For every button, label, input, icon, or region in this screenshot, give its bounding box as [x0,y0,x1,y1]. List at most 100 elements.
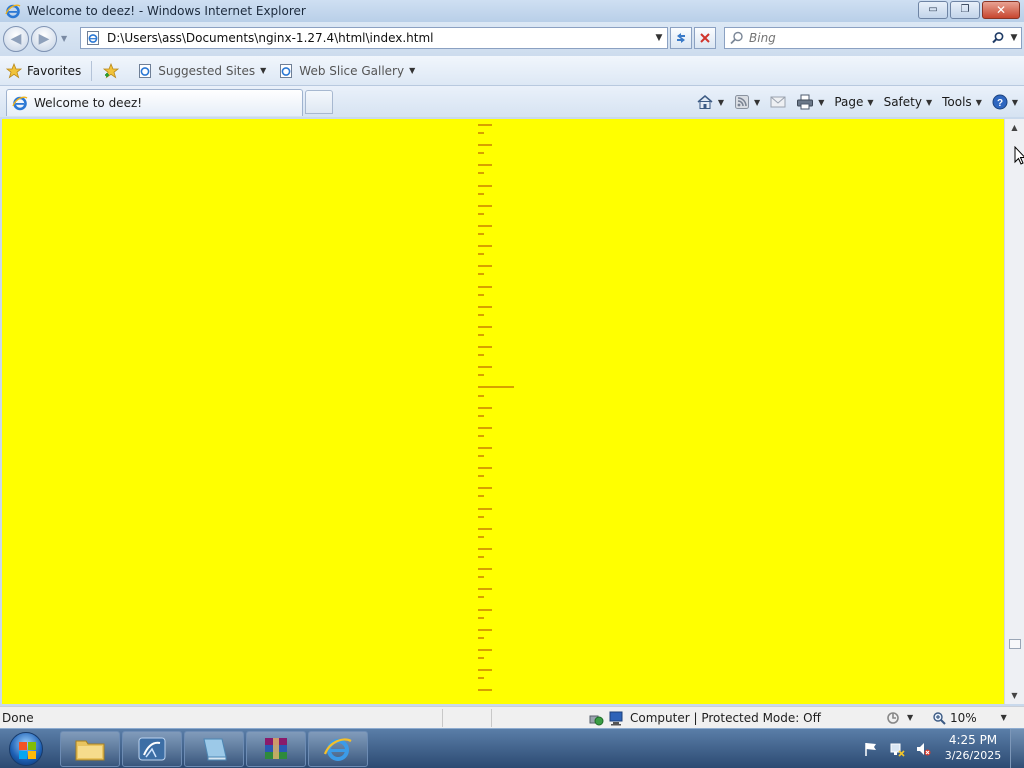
address-input[interactable]: D:\Users\ass\Documents\nginx-1.27.4\html… [107,31,651,45]
illegible-text-mark [478,455,484,458]
address-dropdown-icon[interactable]: ▼ [651,33,667,43]
tab-label: Welcome to deez! [34,96,143,110]
close-button[interactable]: ✕ [982,1,1020,19]
illegible-text-mark [478,426,492,429]
page-line [477,182,537,192]
illegible-text-mark [478,547,492,550]
safety-menu-label: Safety [883,95,922,109]
address-bar[interactable]: D:\Users\ass\Documents\nginx-1.27.4\html… [80,27,668,49]
taskbar-internet-explorer-button[interactable] [308,731,368,767]
print-button[interactable]: ▼ [796,94,824,110]
printer-icon [797,94,814,110]
page-line [477,676,537,686]
scroll-up-arrow-icon[interactable]: ▲ [1005,119,1024,136]
taskbar-explorer-button[interactable] [60,731,120,767]
illegible-text-mark [478,192,484,195]
safety-menu-button[interactable]: Safety ▼ [884,95,933,109]
suggested-sites-button[interactable]: Suggested Sites ▼ [131,59,272,83]
page-line [477,474,537,484]
illegible-text-mark [478,648,492,651]
vertical-scrollbar[interactable]: ▲ ▼ [1004,119,1024,704]
start-button[interactable] [2,730,50,768]
scroll-down-arrow-icon[interactable]: ▼ [1005,687,1024,704]
ie-page-icon [280,63,293,78]
search-box[interactable]: ▼ [724,27,1022,49]
command-bar: ▼ ▼ ▼ Page ▼ Safety ▼ Tools ▼ ? ▼ [686,90,1018,114]
web-slice-gallery-button[interactable]: Web Slice Gallery ▼ [272,59,421,83]
chevron-down-icon[interactable]: ▼ [754,98,760,107]
illegible-text-mark [478,527,492,530]
page-line [477,505,537,515]
volume-button[interactable] [914,740,932,758]
scroll-thumb[interactable] [1009,639,1021,649]
help-button[interactable]: ? ▼ [992,94,1018,110]
taskbar-network-button[interactable] [122,731,182,767]
favorites-bar: Favorites Suggested Sites ▼ Web Slice Ga… [0,56,1024,86]
page-line [477,656,537,666]
search-input[interactable] [749,31,989,45]
taskbar-clock[interactable]: 4:25 PM 3/26/2025 [940,733,1006,762]
compatibility-refresh-button[interactable] [670,27,692,49]
illegible-text-mark [478,434,484,437]
page-line [477,484,537,494]
illegible-text-mark [478,677,484,680]
page-line [477,686,537,696]
illegible-text-mark [478,224,492,227]
action-center-button[interactable] [862,740,880,758]
add-to-favorites-bar-button[interactable] [96,59,131,83]
taskbar-notebook-button[interactable] [184,731,244,767]
chevron-down-icon[interactable]: ▼ [818,98,824,107]
favorites-button[interactable]: Favorites [0,59,87,83]
page-line [477,303,537,313]
illegible-text-mark [478,414,484,417]
network-status-button[interactable] [888,740,906,758]
chevron-down-icon[interactable]: ▼ [718,98,724,107]
tab-row: Welcome to deez! ▼ ▼ ▼ Page ▼ Safety ▼ T… [0,86,1024,117]
help-icon: ? [992,94,1008,110]
taskbar: 4:25 PM 3/26/2025 [0,728,1024,768]
zoom-level: 10% [950,710,977,725]
page-line [477,646,537,656]
search-button[interactable] [989,31,1007,45]
zoom-control[interactable]: 10% ▼ [932,711,1007,725]
illegible-text-mark [478,265,492,268]
internet-explorer-icon [323,738,352,761]
back-button[interactable]: ◀ [3,26,29,52]
restore-button[interactable]: ❐ [950,1,980,19]
tab-welcome-to-deez[interactable]: Welcome to deez! [6,89,303,116]
flag-icon [865,743,876,756]
page-line [477,283,537,293]
search-options-dropdown[interactable]: ▼ [1007,33,1021,43]
stop-button[interactable] [694,27,716,49]
page-line [477,535,537,545]
tools-menu-button[interactable]: Tools ▼ [942,95,982,109]
mouse-pointer-icon [1014,146,1024,165]
chevron-down-icon: ▼ [1000,713,1007,722]
recent-pages-dropdown[interactable]: ▼ [61,34,67,43]
security-zone[interactable]: Computer | Protected Mode: Off [588,710,821,726]
page-line [477,202,537,212]
home-button[interactable]: ▼ [696,94,724,110]
minimize-button[interactable]: ▭ [918,1,948,19]
new-tab-button[interactable] [305,90,333,114]
page-line [477,394,537,404]
illegible-text-mark [478,535,484,538]
page-line [477,151,537,161]
illegible-text-mark [478,325,492,328]
page-line [477,454,537,464]
illegible-text-mark [478,656,484,659]
show-desktop-button[interactable] [1010,729,1024,768]
add-favorite-icon [103,62,120,78]
page-line [477,545,537,555]
forward-button[interactable]: ▶ [31,26,57,52]
page-line [477,383,537,393]
feeds-button[interactable]: ▼ [734,94,760,110]
title-bar: Welcome to deez! - Windows Internet Expl… [0,0,1024,22]
page-menu-button[interactable]: Page ▼ [834,95,873,109]
illegible-text-mark [478,576,484,579]
pop-up-blocker-button[interactable]: ▼ [884,710,913,726]
illegible-text-mark [478,366,492,369]
read-mail-button[interactable] [770,96,786,108]
taskbar-winrar-button[interactable] [246,731,306,767]
page-line [477,212,537,222]
